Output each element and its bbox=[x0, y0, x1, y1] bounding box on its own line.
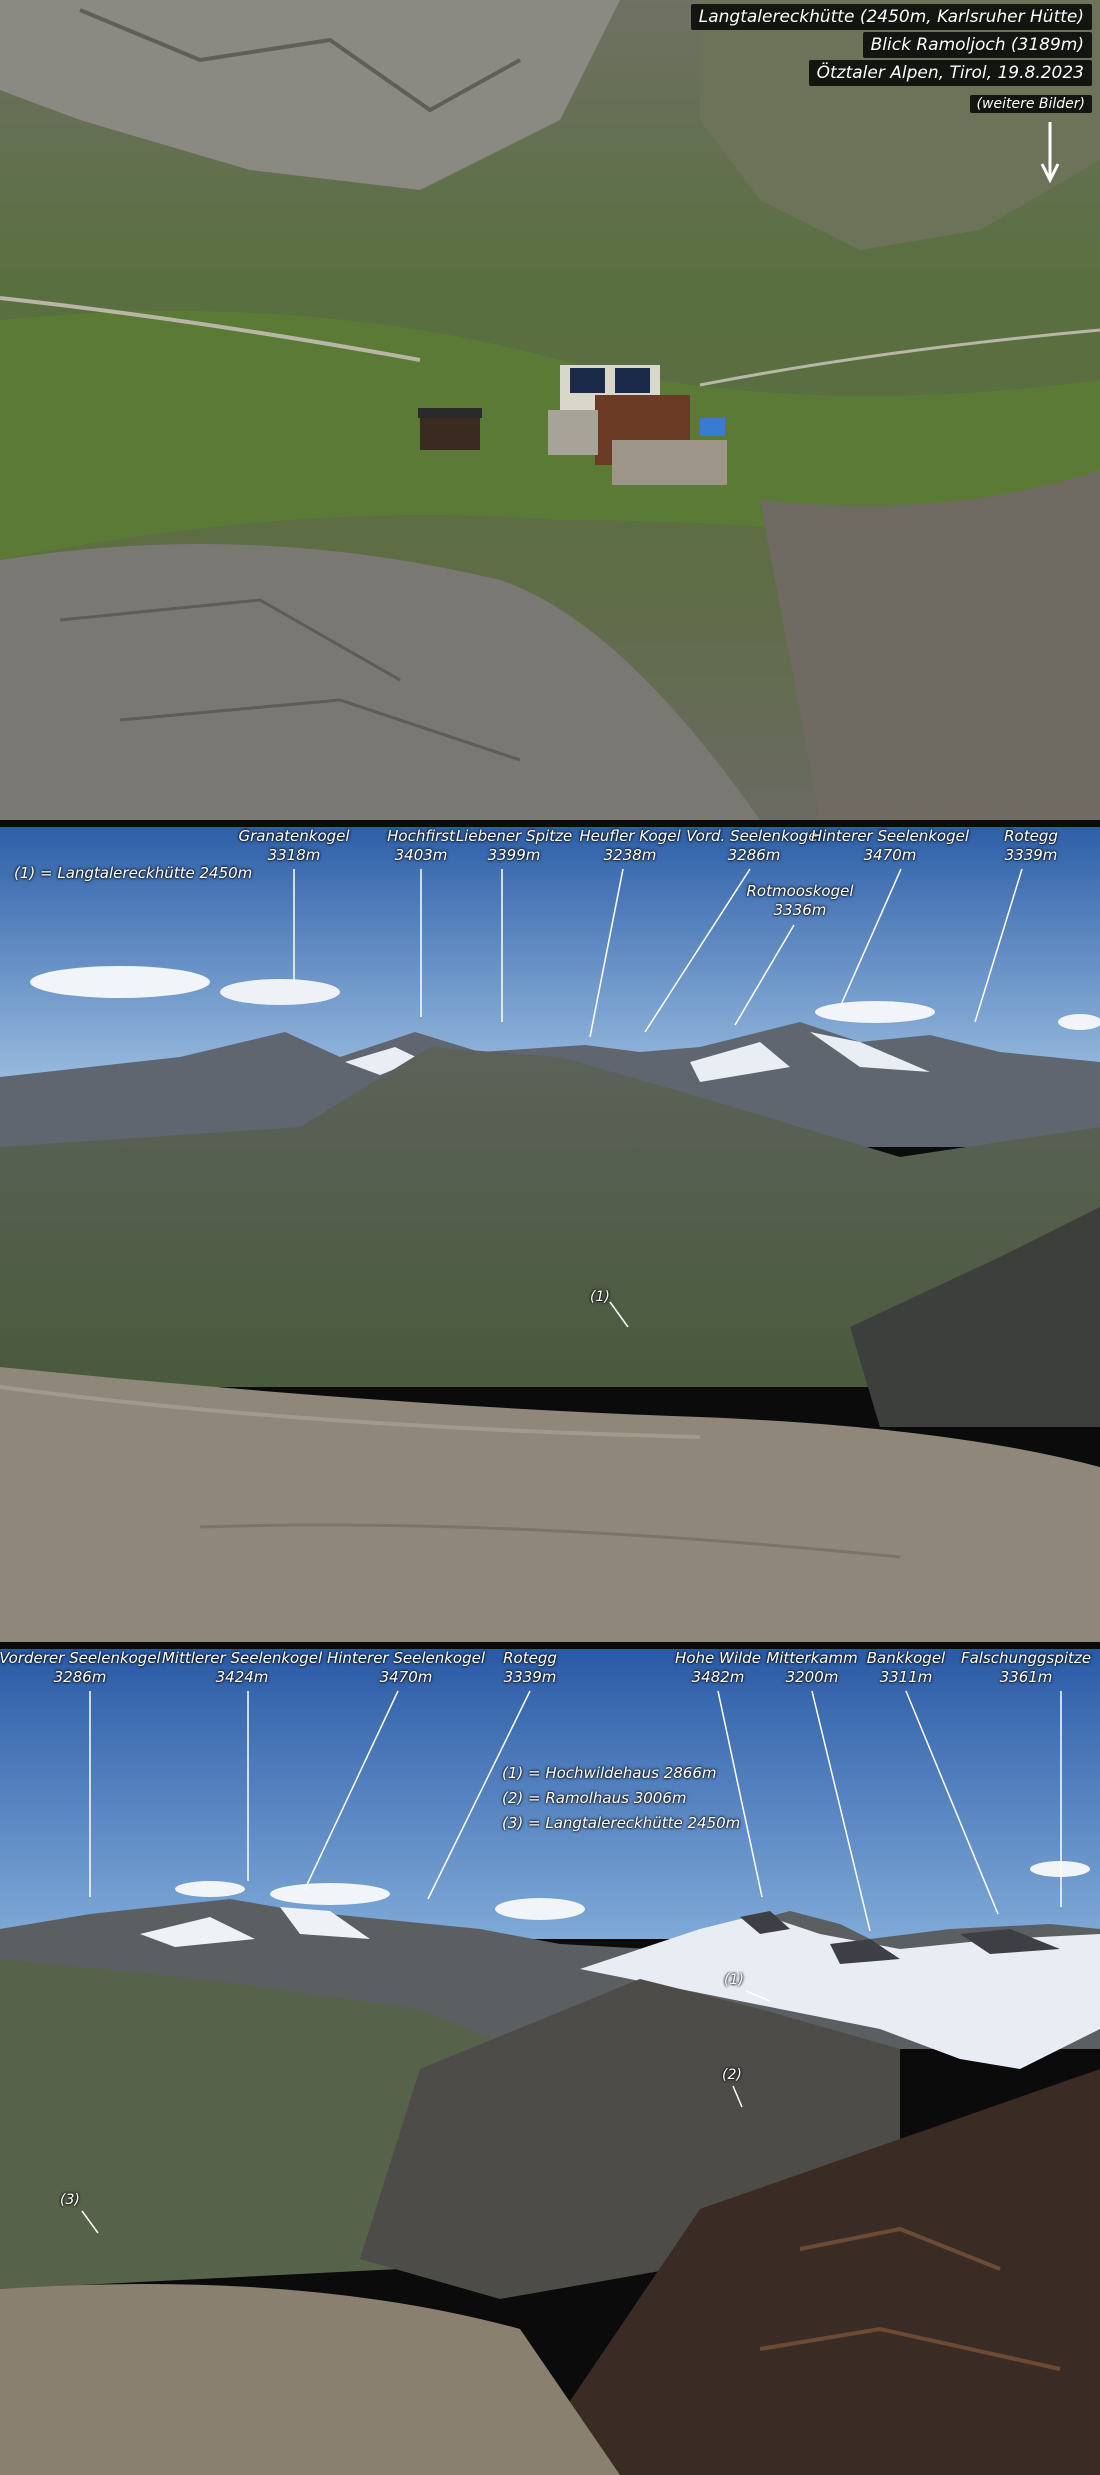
caption-line-location-date: Ötztaler Alpen, Tirol, 19.8.2023 bbox=[808, 60, 1092, 86]
bottom-panorama-panel: Vorderer Seelenkogel 3286m Mittlerer Seel… bbox=[0, 1649, 1100, 2475]
caption-line-title: Langtalereckhütte (2450m, Karlsruher Hüt… bbox=[690, 4, 1092, 30]
top-photo-panel: Langtalereckhütte (2450m, Karlsruher Hüt… bbox=[0, 0, 1100, 820]
arrow-down-icon[interactable] bbox=[1040, 122, 1060, 184]
middle-panorama-panel: Granatenkogel 3318m Hochfirst 3403m Lieben… bbox=[0, 827, 1100, 1642]
hut-aerial-photo bbox=[0, 0, 1100, 820]
more-images-link[interactable]: (weitere Bilder) bbox=[969, 95, 1092, 113]
panel-divider bbox=[0, 1642, 1100, 1649]
panel-divider bbox=[0, 820, 1100, 827]
photo-caption: Langtalereckhütte (2450m, Karlsruher Hüt… bbox=[690, 4, 1092, 88]
mountain-panorama-photo bbox=[0, 827, 1100, 1642]
glacier-panorama-photo bbox=[0, 1649, 1100, 2475]
caption-line-viewpoint: Blick Ramoljoch (3189m) bbox=[862, 32, 1092, 58]
